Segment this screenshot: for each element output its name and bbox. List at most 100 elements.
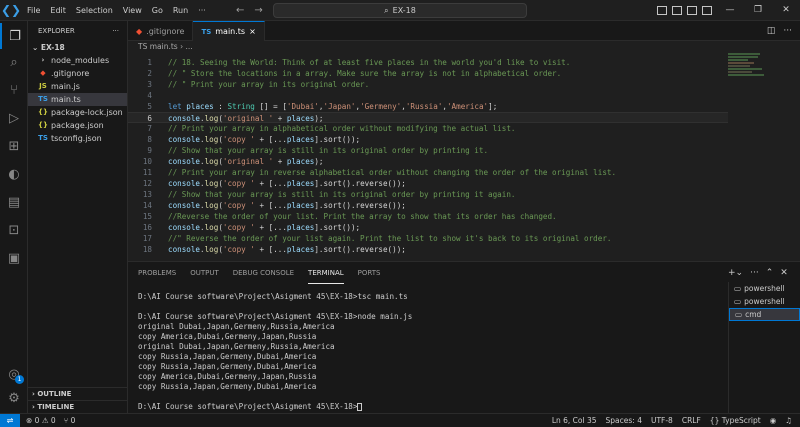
close-window-button[interactable]: ✕ [772,0,800,21]
timeline-section[interactable]: › TIMELINE [28,400,128,413]
tree-item-package-json[interactable]: {} package.json [28,119,127,132]
terminal-line: D:\AI Course software\Project\Asigment 4… [138,312,413,321]
tab-output[interactable]: OUTPUT [190,262,219,284]
code-line[interactable]: 1 // 18. Seeing the World: Think of at le… [128,57,728,68]
code-line[interactable]: 8 console.log('copy ' + [...places].sort(… [128,134,728,145]
settings-gear-icon[interactable]: ⚙ [0,385,28,411]
menu-selection[interactable]: Selection [71,0,118,21]
code-line[interactable]: 14 console.log('copy ' + [...places].sort… [128,200,728,211]
toggle-secondary-sidebar-icon[interactable] [687,6,697,15]
tab-main-ts[interactable]: TS main.ts × [193,21,265,41]
code-line[interactable]: 18 console.log('copy ' + [...places].sort… [128,244,728,255]
menu-more[interactable]: ··· [193,0,211,21]
tab-problems[interactable]: PROBLEMS [138,262,176,284]
menu-file[interactable]: File [22,0,45,21]
minimize-button[interactable]: — [716,0,744,21]
code-line[interactable]: 3 // " Print your array in its original o… [128,79,728,90]
tab-gitignore[interactable]: ◆ .gitignore [128,21,194,41]
menu-edit[interactable]: Edit [45,0,71,21]
toggle-panel-icon[interactable] [672,6,682,15]
code-line[interactable]: 15 //Reverse the order of your list. Prin… [128,211,728,222]
code-line[interactable]: 6 console.log('original ' + places); [128,112,728,123]
code-line[interactable]: 2 // " Store the locations in a array. Ma… [128,68,728,79]
source-control-icon[interactable]: ⑂ [0,77,28,103]
language-mode[interactable]: {} TypeScript [710,416,761,425]
title-bar: ❮❯ File Edit Selection View Go Run ··· ←… [0,0,800,21]
forward-arrow-icon[interactable]: → [254,5,262,16]
search-view-icon[interactable]: ⌕ [0,49,28,75]
tree-item-main-js[interactable]: JS main.js [28,80,127,93]
tree-item-tsconfig[interactable]: TS tsconfig.json [28,132,127,145]
command-center-search[interactable]: ⌕ EX-18 [273,3,527,18]
remote-indicator-icon[interactable]: ⇌ [0,413,20,427]
minimap[interactable] [728,53,770,83]
status-bar: ⇌ ⊗ 0 ⚠ 0 ⑂ 0 Ln 6, Col 35 Spaces: 4 UTF… [0,413,800,427]
tab-terminal[interactable]: TERMINAL [308,262,344,284]
code-line[interactable]: 17 //" Reverse the order of your list aga… [128,233,728,244]
menu-view[interactable]: View [118,0,147,21]
maximize-panel-icon[interactable]: ⌃ [766,268,774,278]
customize-layout-icon[interactable] [702,6,712,15]
problems-status[interactable]: ⊗ 0 ⚠ 0 [26,416,56,425]
menu-go[interactable]: Go [147,0,168,21]
code-line[interactable]: 5 let places : String [] = ['Dubai','Japa… [128,101,728,112]
close-panel-icon[interactable]: ✕ [780,268,788,278]
workspace-folder[interactable]: ⌄ EX-18 [28,41,127,54]
notifications-bell-icon[interactable]: ♫ [785,416,792,425]
code-line[interactable]: 7 // Print your array in alphabetical ord… [128,123,728,134]
code-text: // Print your array in reverse alphabeti… [168,168,617,177]
terminal-output[interactable]: D:\AI Course software\Project\Asigment 4… [138,292,723,412]
more-actions-icon[interactable]: ··· [750,268,759,278]
outline-section[interactable]: › OUTLINE [28,387,128,400]
back-arrow-icon[interactable]: ← [236,5,244,16]
code-text: let places : String [] = ['Dubai','Japan… [168,102,498,111]
more-actions-icon[interactable]: ··· [112,21,119,41]
indentation[interactable]: Spaces: 4 [606,416,642,425]
edge-devtools-icon[interactable]: ◐ [0,161,28,187]
code-line[interactable]: 16 console.log('copy ' + [...places].sort… [128,222,728,233]
tab-ports[interactable]: PORTS [358,262,381,284]
maximize-button[interactable]: ❐ [744,0,772,21]
testing-icon[interactable]: ▣ [0,245,28,271]
code-line[interactable]: 11 // Print your array in reverse alphabe… [128,167,728,178]
tab-debug-console[interactable]: DEBUG CONSOLE [233,262,294,284]
tree-item-main-ts[interactable]: TS main.ts [28,93,127,106]
run-debug-icon[interactable]: ▷ [0,105,28,131]
code-line[interactable]: 4 [128,90,728,101]
tree-item-package-lock[interactable]: {} package-lock.json [28,106,127,119]
accounts-icon[interactable]: ◎ 1 [0,361,28,387]
code-line[interactable]: 9 // Show that your array is still in its… [128,145,728,156]
terminal-line: original Dubai,Japan,Germeny,Russia,Amer… [138,342,335,351]
tree-item-node-modules[interactable]: › node_modules [28,54,127,67]
code-editor[interactable]: 1 // 18. Seeing the World: Think of at le… [128,53,800,261]
terminal-instance-powershell[interactable]: ▭ powershell [729,295,800,308]
explorer-icon[interactable]: ❐ [0,23,28,49]
terminal-instance-powershell[interactable]: ▭ powershell [729,282,800,295]
copilot-icon[interactable]: ◉ [770,416,777,425]
activity-bar: ❐ ⌕ ⑂ ▷ ⊞ ◐ ▤ ⊡ ▣ ◎ 1 ⚙ [0,21,28,413]
code-line[interactable]: 13 // Show that your array is still in it… [128,189,728,200]
toggle-primary-sidebar-icon[interactable] [657,6,667,15]
tree-item-gitignore[interactable]: ◆ .gitignore [28,67,127,80]
breadcrumb[interactable]: TS main.ts › ... [128,41,800,53]
line-number: 3 [147,80,152,89]
close-tab-icon[interactable]: × [249,27,256,36]
terminal-instance-cmd[interactable]: ▭ cmd [729,308,800,321]
ts-file-icon: TS [201,27,212,36]
ports-status[interactable]: ⑂ 0 [64,416,76,425]
end-of-line[interactable]: CRLF [682,416,701,425]
remote-explorer-icon[interactable]: ⊡ [0,217,28,243]
encoding[interactable]: UTF-8 [651,416,673,425]
more-actions-icon[interactable]: ··· [783,26,792,36]
split-editor-icon[interactable]: ◫ [767,26,776,36]
terminal-line: copy America,Dubai,Germeny,Japan,Russia [138,372,317,381]
docker-icon[interactable]: ▤ [0,189,28,215]
accounts-badge: 1 [15,375,24,384]
menu-run[interactable]: Run [168,0,193,21]
code-line[interactable]: 12 console.log('copy ' + [...places].sort… [128,178,728,189]
git-file-icon: ◆ [136,26,143,36]
new-terminal-icon[interactable]: +⌄ [728,268,743,278]
extensions-icon[interactable]: ⊞ [0,133,28,159]
code-line[interactable]: 10 console.log('original ' + places); [128,156,728,167]
cursor-position[interactable]: Ln 6, Col 35 [552,416,597,425]
